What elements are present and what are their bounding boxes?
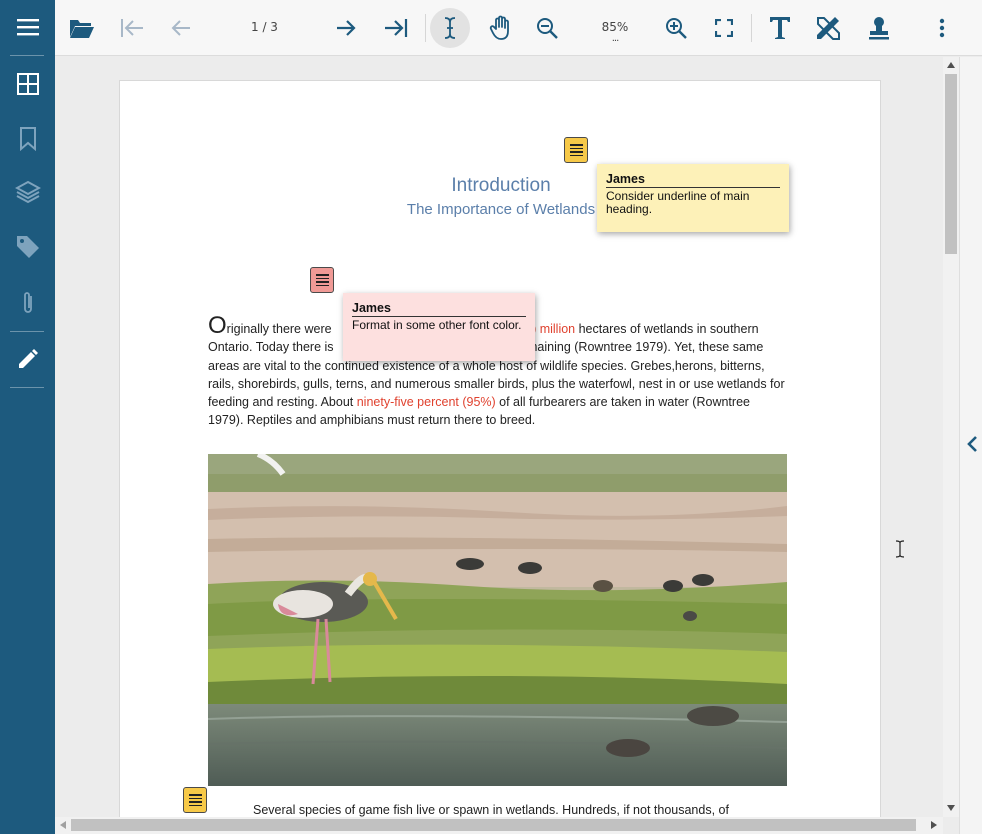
arrow-right-icon [337,20,356,36]
sticky-note-icon[interactable] [310,267,334,293]
draw-tool-button[interactable] [808,8,848,48]
highlighted-text: ninety-five percent (95%) [356,395,496,410]
bookmark-icon [19,127,36,151]
annotation-author: James [606,172,780,188]
arrow-left-icon [171,20,190,36]
toolbar-divider [425,14,426,42]
sticky-note-icon[interactable] [564,137,588,163]
annotation-message: Consider underline of main heading. [606,189,750,216]
thumbnails-button[interactable] [0,59,55,109]
text-select-tool-button[interactable] [430,8,470,48]
stamp-icon [869,17,889,40]
zoom-options-indicator[interactable]: ... [600,33,630,44]
fullscreen-icon [715,19,733,37]
hamburger-icon [16,19,39,36]
next-page-button[interactable] [326,8,366,48]
menu-button[interactable] [0,2,55,52]
sidebar-divider [10,387,44,388]
open-file-button[interactable] [62,8,102,48]
text-tool-button[interactable] [760,8,800,48]
text-cursor-icon [444,17,456,39]
paragraph-text: riginally there were [226,322,336,336]
layers-icon [14,180,41,204]
annotation-message: Format in some other font color. [352,318,522,332]
attachments-button[interactable] [0,278,55,328]
fit-page-button[interactable] [704,8,744,48]
more-options-button[interactable] [922,8,962,48]
sidebar-divider [10,55,44,56]
scroll-down-icon[interactable] [947,805,955,811]
folder-open-icon [70,20,94,38]
bookmarks-button[interactable] [0,114,55,164]
layers-button[interactable] [0,167,55,217]
document-viewer[interactable]: Introduction The Importance of Wetlands … [55,57,943,817]
main-toolbar: 1 / 3 85% ... [55,0,982,56]
last-page-icon [385,19,408,37]
text-cursor-pointer [895,540,905,558]
scroll-up-icon[interactable] [947,62,955,68]
zoom-out-icon [537,18,558,39]
text-t-icon [770,17,790,39]
first-page-button[interactable] [112,8,152,48]
toolbar-divider [751,14,752,42]
zoom-level[interactable]: 85% [600,20,630,34]
annotations-button[interactable] [0,334,55,384]
previous-page-button[interactable] [161,8,201,48]
sidebar-divider [10,331,44,332]
paperclip-icon [23,292,32,313]
annotation-popup[interactable]: James Format in some other font color. [343,293,535,361]
annotation-popup[interactable]: James Consider underline of main heading… [597,164,789,232]
vertical-scroll-thumb[interactable] [945,74,957,254]
expand-panel-chevron-icon[interactable] [966,435,978,453]
pencil-icon [18,349,38,368]
continuation-text: Several species of game fish live or spa… [253,803,729,817]
stamp-tool-button[interactable] [859,8,899,48]
pencil-ruler-icon [817,17,840,40]
pan-tool-button[interactable] [481,8,521,48]
highlighted-text: ) million [532,322,576,336]
zoom-in-button[interactable] [656,8,696,48]
pdf-page[interactable]: Introduction The Importance of Wetlands … [119,80,881,817]
first-page-icon [121,19,143,37]
horizontal-scrollbar[interactable] [55,817,943,834]
annotation-author: James [352,301,526,317]
zoom-out-button[interactable] [527,8,567,48]
tags-button[interactable] [0,222,55,272]
last-page-button[interactable] [376,8,416,48]
scroll-right-icon[interactable] [931,821,937,829]
horizontal-scroll-thumb[interactable] [71,819,916,831]
thumbnails-grid-icon [16,73,39,95]
more-vertical-icon [939,18,945,38]
scroll-left-icon[interactable] [60,821,66,829]
left-sidebar [0,0,55,834]
right-panel-collapsed [959,57,982,834]
sticky-note-icon[interactable] [183,787,207,813]
zoom-in-icon [666,18,687,39]
hand-icon [489,15,509,40]
tag-icon [16,236,39,258]
page-indicator[interactable]: 1 / 3 [251,20,278,34]
wetland-birds-photo [208,454,787,786]
drop-cap: O [208,312,227,339]
vertical-scrollbar[interactable] [943,57,959,817]
